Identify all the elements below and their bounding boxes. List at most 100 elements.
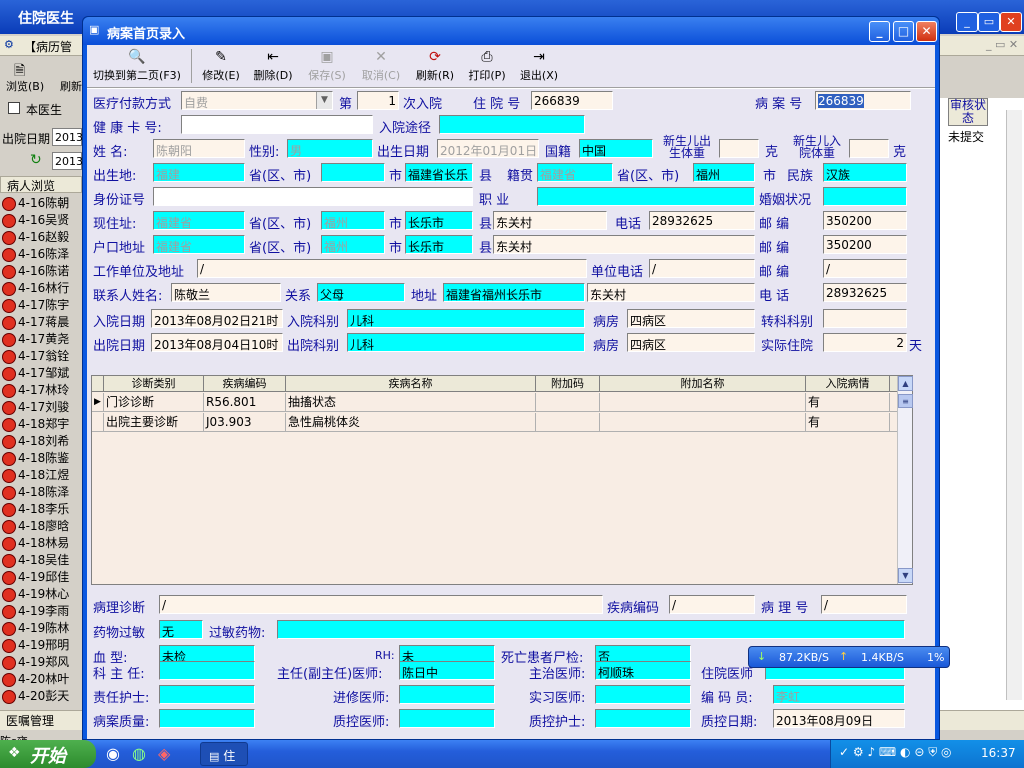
browse-button[interactable]: 浏览(B): [6, 78, 44, 94]
ward-field-2[interactable]: 四病区: [627, 333, 755, 352]
contact-phone-field[interactable]: 28932625: [823, 283, 907, 302]
admit-route-field[interactable]: [439, 115, 585, 134]
postcode-field-2[interactable]: 350200: [823, 235, 907, 254]
admission-times-field[interactable]: 1: [357, 91, 399, 110]
patho-diag-field[interactable]: /: [159, 595, 603, 614]
list-item[interactable]: 4-18郑宇: [2, 415, 82, 432]
contact-address-field[interactable]: 福建省福州长乐市: [443, 283, 585, 302]
birth-province-field[interactable]: 福建: [153, 163, 245, 182]
list-item[interactable]: 4-18刘希: [2, 432, 82, 449]
qc-doctor-field[interactable]: [399, 709, 495, 728]
address-county-field[interactable]: 长乐市: [405, 211, 473, 230]
birth-field[interactable]: 2012年01月01日: [437, 139, 539, 158]
cell-disease-code[interactable]: R56.801: [204, 393, 286, 412]
cell-diag-type[interactable]: 出院主要诊断: [104, 413, 204, 432]
tray-icons[interactable]: ✓ ⚙ ♪ ⌨ ◐ ⊝ ⛨ ◎: [839, 745, 952, 760]
list-item[interactable]: 4-19邢明: [2, 636, 82, 653]
list-item[interactable]: 4-18陈泽: [2, 483, 82, 500]
list-item[interactable]: 4-17翁铨: [2, 347, 82, 364]
quality-field[interactable]: [159, 709, 255, 728]
quicklaunch-browser-icon[interactable]: ◉: [106, 744, 120, 763]
diagnosis-grid-scrollbar[interactable]: ▲ ≡ ▼: [897, 376, 913, 584]
scroll-down-icon[interactable]: ▼: [898, 568, 913, 583]
list-item[interactable]: 4-18吴佳: [2, 551, 82, 568]
intern-field[interactable]: [595, 685, 691, 704]
list-item[interactable]: 4-17蒋晨: [2, 313, 82, 330]
marital-field[interactable]: [823, 187, 907, 206]
hukou-province-field[interactable]: 福建省: [153, 235, 245, 254]
hukou-city-field[interactable]: 福州: [321, 235, 385, 254]
work-unit-field[interactable]: /: [197, 259, 587, 278]
chevron-down-icon[interactable]: ▼: [316, 92, 332, 109]
audit-scrollbar[interactable]: [1006, 110, 1022, 700]
admit-dept-field[interactable]: 儿科: [347, 309, 585, 328]
actual-stay-field[interactable]: 2: [823, 333, 907, 352]
quicklaunch-app-icon[interactable]: ◈: [158, 744, 170, 763]
query-icon[interactable]: ↻: [30, 152, 46, 168]
date-from-input[interactable]: 2013: [52, 128, 83, 146]
list-item[interactable]: 4-17邹斌: [2, 364, 82, 381]
list-item[interactable]: 4-18李乐: [2, 500, 82, 517]
list-item[interactable]: 4-16吴贤: [2, 211, 82, 228]
cell-disease-code[interactable]: J03.903: [204, 413, 286, 432]
postcode-field-1[interactable]: 350200: [823, 211, 907, 230]
native-city-field[interactable]: 福州: [693, 163, 755, 182]
inpatient-no-field[interactable]: 266839: [531, 91, 613, 110]
id-no-field[interactable]: [153, 187, 473, 206]
save-button[interactable]: ▣ 保存(S): [305, 49, 349, 85]
modify-button[interactable]: ✎ 修改(E): [199, 49, 243, 85]
bg-minimize-button[interactable]: _: [956, 12, 978, 32]
date-to-input[interactable]: 2013: [52, 152, 83, 170]
list-item[interactable]: 4-17陈宇: [2, 296, 82, 313]
list-item[interactable]: 4-19李雨: [2, 602, 82, 619]
list-item[interactable]: 4-19郑风: [2, 653, 82, 670]
unit-phone-field[interactable]: /: [649, 259, 755, 278]
list-item[interactable]: 4-18陈鉴: [2, 449, 82, 466]
cell-admit-condition[interactable]: 有: [806, 413, 890, 432]
birth-city-field[interactable]: [321, 163, 385, 182]
status-tab-orders[interactable]: 医嘱管理: [6, 712, 54, 729]
contact-address-detail-field[interactable]: 东关村: [587, 283, 755, 302]
postcode-field-3[interactable]: /: [823, 259, 907, 278]
print-button[interactable]: ⎙ 打印(P): [465, 49, 509, 85]
health-card-field[interactable]: [181, 115, 373, 134]
list-item[interactable]: 4-17林玲: [2, 381, 82, 398]
qc-date-field[interactable]: 2013年08月09日: [773, 709, 905, 728]
refresh-button-bg[interactable]: 刷新: [60, 78, 82, 94]
allergy-drug-field[interactable]: [277, 620, 905, 639]
address-city-field[interactable]: 福州: [321, 211, 385, 230]
dialog-maximize-button[interactable]: □: [893, 21, 914, 42]
qc-nurse-field[interactable]: [595, 709, 691, 728]
list-item[interactable]: 4-18廖晗: [2, 517, 82, 534]
native-province-field[interactable]: 福建省: [537, 163, 613, 182]
cell-disease-name[interactable]: 抽搐状态: [286, 393, 536, 412]
scroll-up-icon[interactable]: ▲: [898, 376, 913, 391]
coder-field[interactable]: 李虹: [773, 685, 905, 704]
pay-mode-select[interactable]: 自费 ▼: [181, 91, 333, 110]
list-item[interactable]: 4-19林心: [2, 585, 82, 602]
diagnosis-grid[interactable]: 诊断类别 疾病编码 疾病名称 附加码 附加名称 入院病情 ▶ 门诊诊断 R56.…: [91, 375, 913, 585]
table-row[interactable]: ▶ 门诊诊断 R56.801 抽搐状态 有: [92, 393, 897, 412]
address-province-field[interactable]: 福建省: [153, 211, 245, 230]
discharge-dept-field[interactable]: 儿科: [347, 333, 585, 352]
list-item[interactable]: 4-17刘骏: [2, 398, 82, 415]
ethnicity-field[interactable]: 汉族: [823, 163, 907, 182]
list-item[interactable]: 4-20林叶: [2, 670, 82, 687]
bg-close-button[interactable]: ✕: [1000, 12, 1022, 32]
drug-allergy-field[interactable]: 无: [159, 620, 203, 639]
chief-doctor-field[interactable]: 陈日中: [399, 661, 495, 680]
nurse-field[interactable]: [159, 685, 255, 704]
admit-date-field[interactable]: 2013年08月02日21时: [151, 309, 283, 328]
list-item[interactable]: 4-18江煜: [2, 466, 82, 483]
list-item[interactable]: 4-17黄尧: [2, 330, 82, 347]
birth-county-field[interactable]: 福建省长乐: [405, 163, 473, 182]
quicklaunch-globe-icon[interactable]: ◍: [132, 744, 146, 763]
fellow-field[interactable]: [399, 685, 495, 704]
switch-page-button[interactable]: 🔍 切换到第二页(F3): [87, 49, 187, 85]
list-item[interactable]: 4-18林易: [2, 534, 82, 551]
patho-no-field[interactable]: /: [821, 595, 907, 614]
director-field[interactable]: [159, 661, 255, 680]
list-item[interactable]: 4-20彭天: [2, 687, 82, 704]
cell-extra-code[interactable]: [536, 413, 600, 432]
newborn-weight-field[interactable]: [719, 139, 759, 158]
